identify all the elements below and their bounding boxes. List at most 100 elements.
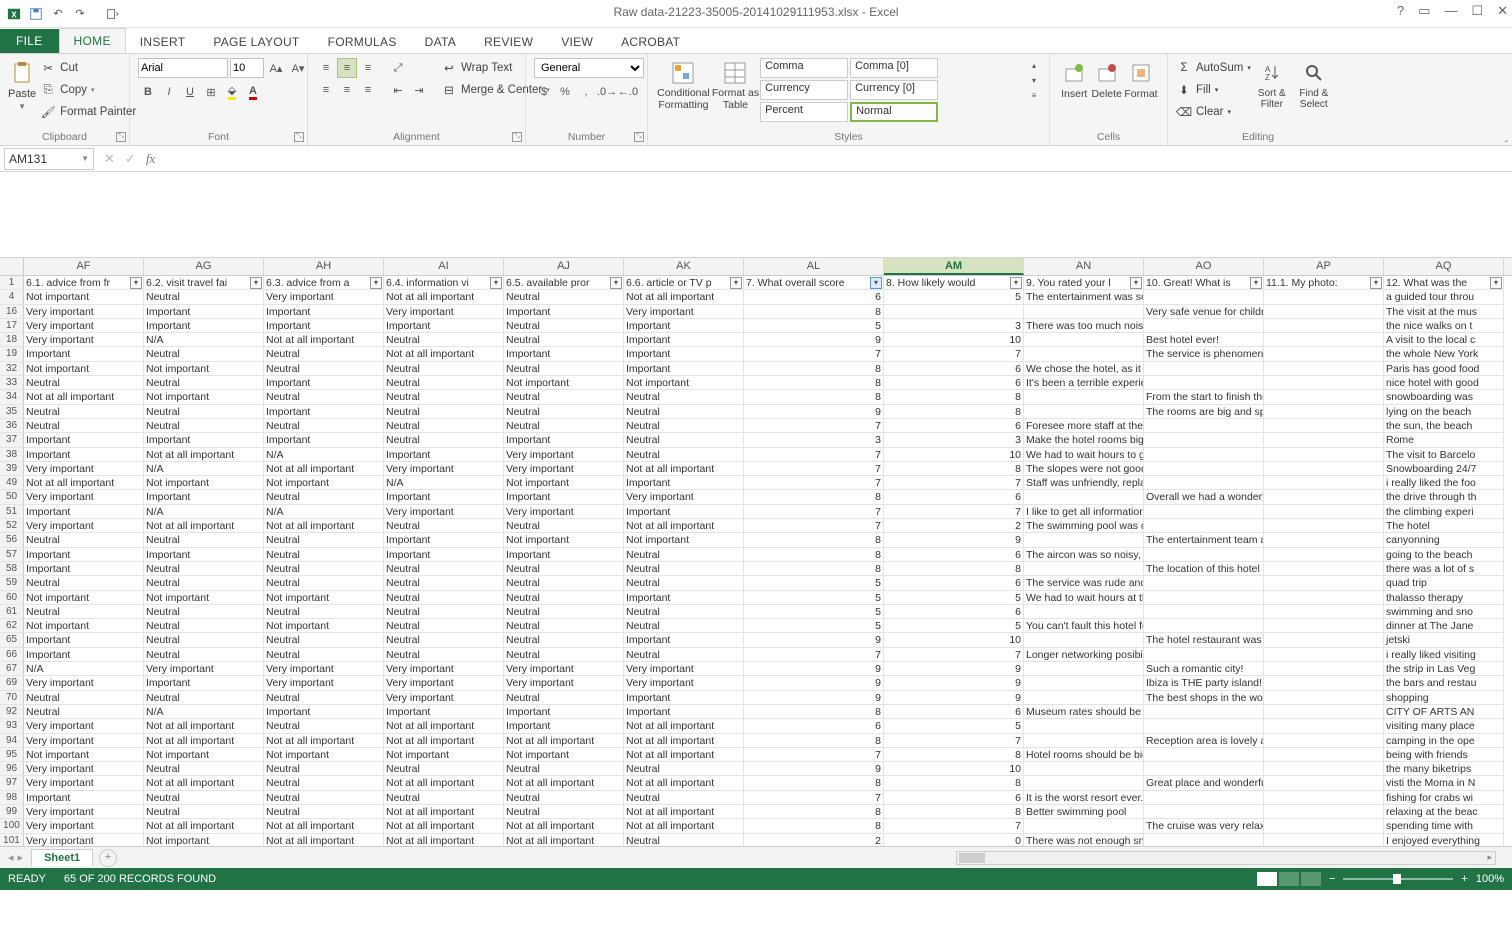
cell[interactable]: Neutral: [144, 791, 264, 805]
touch-mode-icon[interactable]: [102, 4, 122, 24]
cell[interactable]: 7: [744, 748, 884, 762]
tab-insert[interactable]: INSERT: [126, 30, 200, 53]
cell[interactable]: It's been a terrible experience.: [1024, 376, 1144, 390]
cut-button[interactable]: ✂Cut: [40, 58, 136, 78]
cell[interactable]: Neutral: [624, 433, 744, 447]
cell[interactable]: Neutral: [384, 419, 504, 433]
cell[interactable]: Important: [264, 305, 384, 319]
cell[interactable]: Neutral: [384, 333, 504, 347]
cell[interactable]: Not at all important: [504, 819, 624, 833]
cell[interactable]: [1144, 805, 1264, 819]
cell[interactable]: Neutral: [504, 390, 624, 404]
cell[interactable]: Not important: [504, 533, 624, 547]
row-header[interactable]: 4: [0, 290, 24, 304]
cell[interactable]: 5: [744, 576, 884, 590]
tab-data[interactable]: DATA: [411, 30, 470, 53]
row-header[interactable]: 97: [0, 776, 24, 790]
close-icon[interactable]: ✕: [1497, 3, 1508, 19]
cell[interactable]: [1144, 648, 1264, 662]
cell[interactable]: Not at all important: [144, 719, 264, 733]
cell[interactable]: Neutral: [24, 405, 144, 419]
sort-filter-button[interactable]: AZ Sort & Filter: [1251, 58, 1293, 112]
comma-format-icon[interactable]: ,: [576, 82, 596, 102]
cell[interactable]: Very important: [24, 762, 144, 776]
cell[interactable]: [1144, 605, 1264, 619]
cell[interactable]: 3: [744, 433, 884, 447]
cell[interactable]: jetski: [1384, 633, 1504, 647]
cell[interactable]: [1024, 662, 1144, 676]
filter-button[interactable]: ▾: [610, 277, 622, 289]
number-launcher[interactable]: ⤡: [634, 132, 644, 142]
row-header[interactable]: 51: [0, 505, 24, 519]
row-header[interactable]: 61: [0, 605, 24, 619]
cell[interactable]: 6: [744, 290, 884, 304]
styles-more-icon[interactable]: ≡: [1027, 88, 1041, 102]
orientation-icon[interactable]: ⤢: [388, 58, 408, 78]
cell[interactable]: 9: [744, 662, 884, 676]
cell[interactable]: going to the beach: [1384, 548, 1504, 562]
align-right-icon[interactable]: ≡: [358, 80, 378, 100]
zoom-level[interactable]: 100%: [1476, 873, 1504, 885]
row-header[interactable]: 32: [0, 362, 24, 376]
cell[interactable]: Important: [24, 433, 144, 447]
decrease-font-icon[interactable]: A▾: [288, 58, 308, 78]
formula-bar[interactable]: [159, 148, 1512, 170]
cell[interactable]: Not important: [264, 748, 384, 762]
cell[interactable]: Not at all important: [144, 448, 264, 462]
cell[interactable]: Not important: [504, 376, 624, 390]
cell[interactable]: Neutral: [264, 776, 384, 790]
cell[interactable]: The service was rude and we had to wait …: [1024, 576, 1144, 590]
cell[interactable]: 6: [884, 548, 1024, 562]
cell[interactable]: 10: [884, 762, 1024, 776]
insert-cells-button[interactable]: Insert: [1058, 58, 1090, 102]
cell[interactable]: 6: [884, 419, 1024, 433]
cell[interactable]: Very important: [504, 662, 624, 676]
cell[interactable]: There was too much noise in the hotel ne…: [1024, 319, 1144, 333]
cell[interactable]: Neutral: [144, 762, 264, 776]
styles-down-icon[interactable]: ▾: [1027, 73, 1041, 87]
paste-button[interactable]: Paste ▼: [8, 58, 36, 113]
cell[interactable]: Important: [384, 533, 504, 547]
cell[interactable]: Not at all important: [264, 462, 384, 476]
cell[interactable]: [1144, 376, 1264, 390]
cell[interactable]: Neutral: [504, 576, 624, 590]
cell[interactable]: [1264, 519, 1384, 533]
cell[interactable]: [1264, 505, 1384, 519]
cell[interactable]: 7: [884, 347, 1024, 361]
cell[interactable]: Reception area is lovely and welcoming a…: [1144, 734, 1264, 748]
cell[interactable]: Not at all important: [384, 290, 504, 304]
cell[interactable]: Staff was unfriendly, replace them.: [1024, 476, 1144, 490]
cell[interactable]: The location of this hotel is perfect fo…: [1144, 562, 1264, 576]
collapse-ribbon-icon[interactable]: ˬ: [1505, 132, 1508, 143]
cell[interactable]: 8: [744, 548, 884, 562]
cell[interactable]: Very important: [624, 305, 744, 319]
cell[interactable]: Not at all important: [384, 347, 504, 361]
cell[interactable]: Important: [504, 433, 624, 447]
cell[interactable]: Neutral: [624, 405, 744, 419]
cell[interactable]: Neutral: [504, 362, 624, 376]
cell[interactable]: snowboarding was: [1384, 390, 1504, 404]
cell[interactable]: fishing for crabs wi: [1384, 791, 1504, 805]
cell[interactable]: Not at all important: [384, 819, 504, 833]
tab-home[interactable]: HOME: [59, 28, 126, 53]
cell[interactable]: Important: [24, 791, 144, 805]
cell[interactable]: [1024, 333, 1144, 347]
cell[interactable]: [1264, 691, 1384, 705]
cell[interactable]: Longer networking posibilities: [1024, 648, 1144, 662]
cell[interactable]: Important: [24, 548, 144, 562]
cell[interactable]: Neutral: [504, 519, 624, 533]
increase-indent-icon[interactable]: ⇥: [409, 80, 429, 100]
cell[interactable]: Important: [384, 705, 504, 719]
cell[interactable]: Not important: [24, 591, 144, 605]
cell[interactable]: 5: [884, 591, 1024, 605]
row-header[interactable]: 92: [0, 705, 24, 719]
cell[interactable]: 7: [744, 462, 884, 476]
cell[interactable]: [1024, 390, 1144, 404]
cell[interactable]: [1264, 676, 1384, 690]
find-select-button[interactable]: Find & Select: [1293, 58, 1335, 112]
cell[interactable]: shopping: [1384, 691, 1504, 705]
cell[interactable]: 3: [884, 433, 1024, 447]
cell[interactable]: Very important: [624, 490, 744, 504]
undo-icon[interactable]: ↶: [48, 4, 68, 24]
cell[interactable]: Neutral: [384, 576, 504, 590]
